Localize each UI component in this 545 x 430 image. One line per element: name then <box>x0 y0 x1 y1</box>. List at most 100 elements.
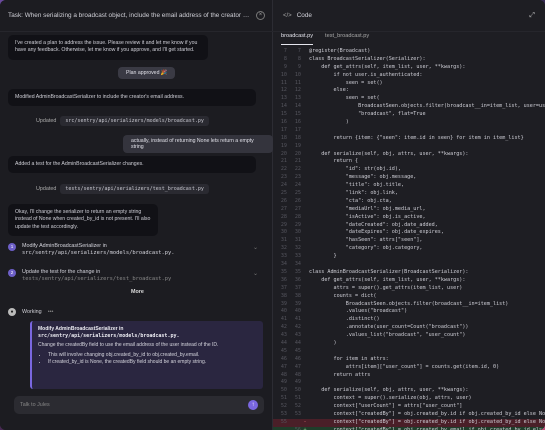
diff-marker <box>301 301 309 309</box>
line-source: .values("broadcast") <box>309 308 408 315</box>
code-line: 44 44 ) <box>273 340 545 348</box>
line-number-old: 14 <box>280 103 287 110</box>
line-number-new: 50 <box>294 387 301 394</box>
line-source: "mediaUrl": obj.media_url, <box>309 205 426 212</box>
line-number-old: 51 <box>280 395 287 402</box>
line-source: def get_attrs(self, item_list, user, **k… <box>309 276 466 283</box>
code-icon: </> <box>283 12 292 19</box>
code-line: 7 7 @register(Broadcast) <box>273 48 545 56</box>
chat-input[interactable]: Talk to Jules ↑ <box>14 396 264 414</box>
line-number-new: 27 <box>294 205 301 212</box>
line-number-new: 23 <box>294 174 301 181</box>
line-number-old: 23 <box>280 174 287 181</box>
line-source: return attrs <box>309 371 371 378</box>
chat-scroll[interactable]: I've created a plan to address the issue… <box>0 32 273 430</box>
chat-panel: Task: When serializing a broadcast objec… <box>0 0 273 430</box>
line-number-old: 29 <box>280 221 287 228</box>
line-number-old: 40 <box>280 308 287 315</box>
code-line: 20 20 def serialize(self, obj, attrs, use… <box>273 151 545 159</box>
plan-step-2[interactable]: 2 Update the test for the change in test… <box>8 269 264 283</box>
send-icon[interactable]: ↑ <box>248 400 258 410</box>
line-source: attrs[item]["user_count"] = counts.get(i… <box>309 363 500 370</box>
line-source: "dateCreated": obj.date_added, <box>309 221 438 228</box>
line-source: return { <box>309 158 359 165</box>
expand-icon[interactable]: ⤢ <box>529 12 535 20</box>
line-number-new: 53 <box>294 410 301 417</box>
code-diff-view[interactable]: 7 7 @register(Broadcast) 8 8 class BroadcastS… <box>273 48 545 430</box>
line-number-new: 25 <box>294 190 301 197</box>
working-status: ● Working ••• <box>8 308 264 316</box>
code-line: 21 21 return { <box>273 158 545 166</box>
line-number-old: 19 <box>280 142 287 149</box>
diff-marker <box>301 387 309 395</box>
diff-marker <box>301 403 309 411</box>
plan-approved-badge: Plan approved 🎉 <box>118 67 176 79</box>
line-number-new: 52 <box>294 403 301 410</box>
diff-marker <box>301 103 309 111</box>
step-number-icon: 2 <box>8 269 16 277</box>
chat-input-placeholder: Talk to Jules <box>20 402 50 408</box>
line-number-old: 35 <box>280 268 287 275</box>
line-number-old: 25 <box>280 190 287 197</box>
file-link-test-broadcast[interactable]: tests/sentry/api/serializers/test_broadc… <box>60 184 209 194</box>
file-link-broadcast[interactable]: src/sentry/api/serializers/models/broadc… <box>60 116 209 126</box>
code-line: 41 41 .distinct() <box>273 316 545 324</box>
code-title: Code <box>296 12 312 19</box>
diff-marker <box>301 135 309 143</box>
line-number-old: 36 <box>280 276 287 283</box>
app-window: Task: When serializing a broadcast objec… <box>0 0 545 430</box>
diff-marker <box>301 308 309 316</box>
line-number-new: 36 <box>294 276 301 283</box>
diff-marker <box>301 151 309 159</box>
line-number-new: 14 <box>294 103 301 110</box>
tab-test-broadcast[interactable]: test_broadcast.py <box>325 33 369 45</box>
line-number-new: 22 <box>294 166 301 173</box>
step-2-path: tests/sentry/api/serializers/test_broadc… <box>22 276 172 282</box>
tab-broadcast[interactable]: broadcast.py <box>281 33 314 45</box>
code-line: 29 29 "dateCreated": obj.date_added, <box>273 222 545 230</box>
line-number-new: 39 <box>294 300 301 307</box>
line-number-old: 21 <box>280 158 287 165</box>
line-number-old: 20 <box>280 150 287 157</box>
chevron-down-icon[interactable]: ⌄ <box>253 245 258 252</box>
diff-marker <box>301 364 309 372</box>
diff-marker <box>301 174 309 182</box>
code-line: 42 42 .annotate(user_count=Count("broadca… <box>273 324 545 332</box>
code-line: 31 31 "hasSeen": attrs["seen"], <box>273 237 545 245</box>
diff-marker <box>301 261 309 269</box>
line-number-new: 18 <box>294 134 301 141</box>
plan-step-1[interactable]: 1 Modify AdminBroadcastSerializer in src… <box>8 243 264 257</box>
line-source: .annotate(user_count=Count("broadcast")) <box>309 324 469 331</box>
line-number-new: 12 <box>294 87 301 94</box>
line-number-old: 41 <box>280 316 287 323</box>
diff-marker <box>301 332 309 340</box>
added-message: Added a test for the AdminBroadcastSeria… <box>8 156 256 174</box>
line-number-new: 9 <box>297 63 301 70</box>
code-line: 36 36 def get_attrs(self, item_list, user… <box>273 277 545 285</box>
line-number-new: 51 <box>294 395 301 402</box>
code-line: 26 26 "cta": obj.cta, <box>273 198 545 206</box>
task-header: Task: When serializing a broadcast objec… <box>0 0 273 32</box>
chevron-down-icon[interactable]: ⌄ <box>253 271 258 278</box>
step-1-text: Modify AdminBroadcastSerializer in <box>22 243 107 249</box>
more-button[interactable]: More <box>131 289 144 295</box>
line-source: class AdminBroadcastSerializer(Broadcast… <box>309 268 469 275</box>
code-line: 28 28 "isActive": obj.is_active, <box>273 214 545 222</box>
line-source: context["userCount"] = attrs["user_count… <box>309 403 463 410</box>
line-number-new: 31 <box>294 237 301 244</box>
code-line: 46 46 for item in attrs: <box>273 356 545 364</box>
current-step-bullets: This will involve changing obj.created_b… <box>38 352 257 366</box>
diff-marker <box>301 340 309 348</box>
close-icon[interactable]: × <box>256 11 265 20</box>
line-source: .distinct() <box>309 316 380 323</box>
code-line-removed: 55 - context["createdBy"] = obj.created_b… <box>273 418 545 427</box>
diff-marker <box>301 277 309 285</box>
diff-marker <box>301 127 309 135</box>
code-line: 9 9 def get_attrs(self, item_list, user, … <box>273 64 545 72</box>
task-title: Task: When serializing a broadcast objec… <box>8 12 250 19</box>
line-source: "dateExpires": obj.date_expires, <box>309 229 444 236</box>
line-source: "id": str(obj.id), <box>309 166 402 173</box>
code-line: 27 27 "mediaUrl": obj.media_url, <box>273 206 545 214</box>
code-line: 25 25 "link": obj.link, <box>273 190 545 198</box>
diff-marker <box>301 316 309 324</box>
